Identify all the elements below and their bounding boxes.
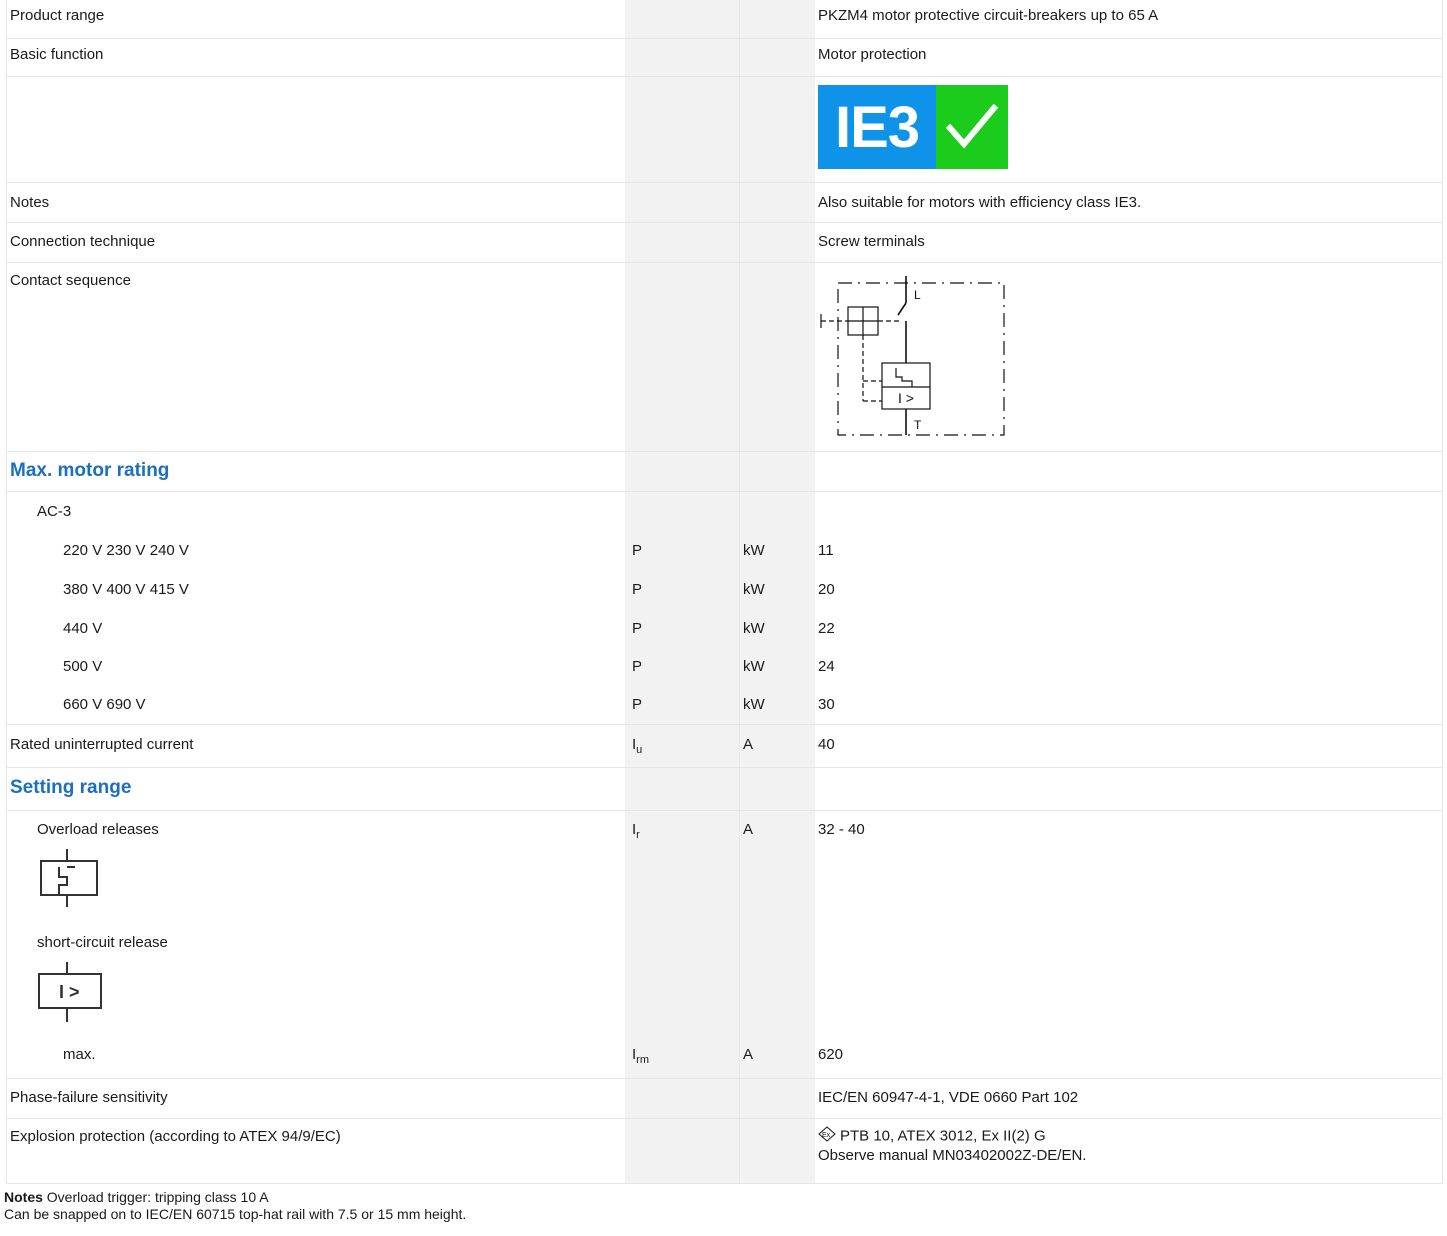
rated-current-value: 40 — [818, 736, 835, 753]
diagram-release-label: I > — [898, 390, 914, 406]
short-circuit-label: short-circuit release — [37, 934, 168, 951]
rating-value: 22 — [818, 620, 835, 637]
connection-label: Connection technique — [10, 233, 156, 250]
datasheet-table: Product range PKZM4 motor protective cir… — [6, 0, 1443, 1236]
ac3-label: AC-3 — [37, 503, 72, 520]
rating-symbol: P — [632, 542, 643, 559]
rating-value: 30 — [818, 696, 835, 713]
max-value: 620 — [818, 1046, 844, 1063]
explosion-label: Explosion protection (according to ATEX … — [10, 1128, 341, 1145]
footer-notes-line1: Overload trigger: tripping class 10 A — [46, 1189, 269, 1205]
rating-value: 11 — [818, 542, 834, 559]
explosion-value-line2: Observe manual MN03402002Z-DE/EN. — [818, 1147, 1087, 1164]
rating-unit: kW — [743, 542, 765, 559]
overload-unit: A — [743, 821, 754, 838]
ie3-badge: IE3 — [818, 85, 1008, 169]
rating-symbol: P — [632, 696, 643, 713]
rating-row: 660 V 690 V P kW 30 — [6, 685, 1443, 725]
ie3-badge-text: IE3 — [818, 85, 936, 169]
svg-text:Ex: Ex — [822, 1132, 831, 1139]
connection-value: Screw terminals — [818, 233, 925, 250]
explosion-value: Ex PTB 10, ATEX 3012, Ex II(2) G Observe… — [818, 1126, 1086, 1165]
rated-current-label: Rated uninterrupted current — [10, 736, 194, 753]
rating-unit: kW — [743, 696, 765, 713]
rating-symbol: P — [632, 581, 643, 598]
rating-voltage: 660 V 690 V — [63, 696, 146, 713]
row-ac3: AC-3 — [6, 492, 1443, 531]
phase-failure-value: IEC/EN 60947-4-1, VDE 0660 Part 102 — [818, 1089, 1079, 1106]
rating-row: 220 V 230 V 240 V P kW 11 — [6, 531, 1443, 570]
rating-unit: kW — [743, 620, 765, 637]
overload-release-icon — [40, 849, 98, 907]
contact-sequence-label: Contact sequence — [10, 272, 131, 289]
overload-label: Overload releases — [37, 821, 159, 838]
row-rated-current: Rated uninterrupted current Iu A 40 — [6, 725, 1443, 768]
rating-symbol: P — [632, 620, 643, 637]
rating-voltage: 220 V 230 V 240 V — [63, 542, 189, 559]
product-range-value: PKZM4 motor protective circuit-breakers … — [818, 7, 1159, 24]
notes-label: Notes — [10, 194, 50, 211]
rating-unit: kW — [743, 658, 765, 675]
row-product-range: Product range PKZM4 motor protective cir… — [6, 0, 1443, 39]
max-label: max. — [63, 1046, 96, 1063]
table-bottom-border — [6, 1183, 1443, 1184]
max-symbol: Irm — [632, 1046, 649, 1066]
basic-function-value: Motor protection — [818, 46, 927, 63]
diagram-label-l: L — [914, 288, 921, 302]
phase-failure-label: Phase-failure sensitivity — [10, 1089, 168, 1106]
overload-symbol: Ir — [632, 821, 640, 841]
row-notes: Notes Also suitable for motors with effi… — [6, 183, 1443, 223]
rating-voltage: 500 V — [63, 658, 103, 675]
rating-voltage: 380 V 400 V 415 V — [63, 581, 189, 598]
rating-value: 24 — [818, 658, 835, 675]
checkmark-icon — [936, 85, 1008, 169]
row-short-circuit: short-circuit release I > — [6, 926, 1443, 1036]
rating-unit: kW — [743, 581, 765, 598]
row-max: max. Irm A 620 — [6, 1036, 1443, 1079]
rating-row: 380 V 400 V 415 V P kW 20 — [6, 570, 1443, 609]
diagram-label-t: T — [914, 418, 922, 432]
rating-row: 500 V P kW 24 — [6, 647, 1443, 685]
explosion-value-line1: PTB 10, ATEX 3012, Ex II(2) G — [840, 1127, 1046, 1145]
footer-notes: Notes Overload trigger: tripping class 1… — [4, 1189, 466, 1223]
product-range-label: Product range — [10, 7, 105, 24]
row-basic-function: Basic function Motor protection — [6, 39, 1443, 77]
row-ie3-badge: IE3 — [6, 77, 1443, 183]
basic-function-label: Basic function — [10, 46, 104, 63]
footer-notes-line2: Can be snapped on to IEC/EN 60715 top-ha… — [4, 1206, 467, 1222]
rating-voltage: 440 V — [63, 620, 103, 637]
rated-current-unit: A — [743, 736, 754, 753]
rated-current-symbol: Iu — [632, 736, 643, 756]
row-explosion: Explosion protection (according to ATEX … — [6, 1119, 1443, 1183]
rating-value: 20 — [818, 581, 835, 598]
row-phase-failure: Phase-failure sensitivity IEC/EN 60947-4… — [6, 1079, 1443, 1119]
overload-value: 32 - 40 — [818, 821, 865, 838]
row-max-motor-heading: Max. motor rating — [6, 452, 1443, 492]
row-overload: Overload releases Ir A 32 - 40 — [6, 811, 1443, 926]
notes-value: Also suitable for motors with efficiency… — [818, 194, 1142, 211]
row-setting-range-heading: Setting range — [6, 768, 1443, 811]
short-circuit-release-icon: I > — [38, 962, 102, 1022]
rating-row: 440 V P kW 22 — [6, 609, 1443, 647]
row-connection: Connection technique Screw terminals — [6, 223, 1443, 263]
rating-symbol: P — [632, 658, 643, 675]
max-motor-rating-heading: Max. motor rating — [10, 460, 170, 481]
contact-sequence-diagram: L I > T — [820, 276, 1005, 436]
setting-range-heading: Setting range — [10, 777, 132, 798]
row-contact-sequence: Contact sequence L I > T — [6, 263, 1443, 452]
short-circuit-symbol: I > — [59, 982, 80, 1002]
max-unit: A — [743, 1046, 754, 1063]
ex-icon: Ex — [818, 1126, 836, 1147]
footer-notes-label: Notes — [4, 1189, 43, 1205]
